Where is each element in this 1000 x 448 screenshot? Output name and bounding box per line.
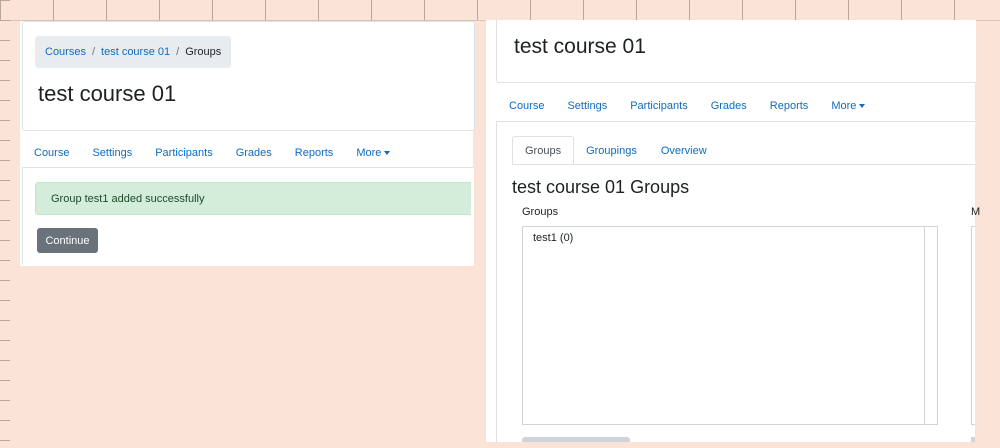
caret-down-icon — [384, 151, 391, 156]
list-item[interactable]: test1 (0) — [533, 232, 573, 244]
breadcrumb-current: Groups — [185, 46, 222, 58]
breadcrumb: Courses / test course 01 / Groups — [35, 36, 232, 68]
tabs-divider — [512, 164, 975, 165]
nav-grades[interactable]: Grades — [236, 147, 272, 159]
success-alert: Group test1 added successfully — [35, 182, 471, 215]
background-grid-left — [0, 0, 10, 448]
success-alert-text: Group test1 added successfully — [51, 192, 205, 205]
breadcrumb-separator: / — [176, 46, 180, 58]
nav-more[interactable]: More — [356, 147, 391, 159]
page-title: test course 01 — [514, 35, 646, 58]
nav-reports[interactable]: Reports — [770, 100, 809, 112]
tab-groups[interactable]: Groups — [512, 136, 575, 165]
groups-heading: test course 01 Groups — [512, 177, 690, 197]
nav-divider — [496, 121, 975, 122]
course-nav: Course Settings Participants Grades Repo… — [509, 100, 888, 112]
tab-groupings[interactable]: Groupings — [574, 136, 649, 165]
continue-button[interactable]: Continue — [37, 228, 98, 253]
tab-overview[interactable]: Overview — [649, 136, 719, 165]
breadcrumb-separator: / — [91, 46, 96, 58]
members-action-button[interactable] — [971, 437, 975, 442]
group-tabs: Groups Groupings Overview — [512, 136, 719, 165]
nav-settings[interactable]: Settings — [567, 100, 607, 112]
breadcrumb-course[interactable]: test course 01 — [101, 46, 170, 58]
caret-down-icon — [859, 104, 866, 109]
nav-course[interactable]: Course — [509, 100, 544, 112]
groups-label: Groups — [522, 206, 559, 218]
course-nav: Course Settings Participants Grades Repo… — [34, 147, 413, 159]
left-panel: Courses / test course 01 / Groups test c… — [20, 21, 475, 266]
groups-action-button[interactable] — [522, 437, 630, 442]
background-grid — [0, 0, 1000, 21]
nav-reports[interactable]: Reports — [295, 147, 334, 159]
right-panel: test course 01 Course Settings Participa… — [486, 20, 980, 442]
nav-participants[interactable]: Participants — [630, 100, 687, 112]
breadcrumb-courses[interactable]: Courses — [45, 46, 86, 58]
scrollbar[interactable] — [924, 227, 937, 424]
members-select[interactable] — [971, 226, 975, 425]
page-title: test course 01 — [38, 81, 177, 106]
nav-settings[interactable]: Settings — [92, 147, 132, 159]
nav-course[interactable]: Course — [34, 147, 69, 159]
groups-select[interactable]: test1 (0) — [522, 226, 938, 425]
nav-participants[interactable]: Participants — [155, 147, 212, 159]
members-label: M — [971, 206, 981, 218]
nav-grades[interactable]: Grades — [711, 100, 747, 112]
nav-more-label: More — [356, 147, 382, 159]
nav-more[interactable]: More — [831, 100, 866, 112]
content-border — [496, 121, 497, 442]
nav-more-label: More — [831, 100, 857, 112]
